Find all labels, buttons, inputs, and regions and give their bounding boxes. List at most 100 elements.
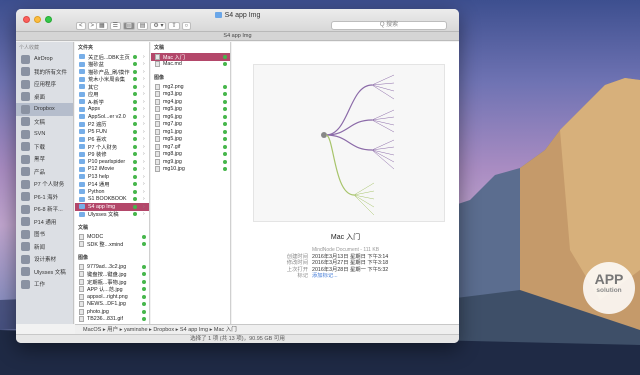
item-label: mg8.jpg	[163, 151, 182, 158]
folder-icon	[21, 192, 30, 202]
list-item[interactable]: S1 BOOKBOOK ›	[75, 196, 149, 204]
list-item[interactable]: mg5.jpg	[151, 106, 230, 114]
chevron-right-icon: ›	[143, 196, 145, 203]
sync-status-icon	[223, 137, 227, 142]
arrange-button[interactable]: ⚙ ▾	[150, 21, 167, 30]
coverflow-view-button[interactable]: ▤	[136, 21, 149, 30]
sync-status-icon	[133, 167, 137, 172]
document-icon	[79, 263, 84, 270]
list-item[interactable]: SDK 整...xmind	[75, 241, 149, 248]
chevron-right-icon: ›	[143, 98, 145, 105]
list-item[interactable]: mg8.jpg	[151, 151, 230, 159]
add-tag-link[interactable]: 添加标记...	[312, 273, 338, 279]
list-item[interactable]: Python ›	[75, 188, 149, 196]
sidebar-item[interactable]: 新闻	[16, 241, 73, 254]
sidebar-item[interactable]: 设计素材	[16, 253, 73, 266]
list-item[interactable]: APP 认...范.jpg	[75, 286, 149, 293]
back-button[interactable]: <	[76, 21, 86, 30]
list-item[interactable]: Ulysses 文稿 ›	[75, 211, 149, 218]
list-item[interactable]: P2 遍历 ›	[75, 121, 149, 128]
folder-icon	[21, 154, 30, 164]
document-icon	[79, 241, 84, 248]
chevron-right-icon: ›	[143, 83, 145, 90]
search-input[interactable]: Q 搜索	[331, 21, 447, 30]
list-item[interactable]: mg10.jpg	[151, 166, 230, 174]
folder-icon	[79, 136, 85, 142]
chevron-right-icon: ›	[143, 68, 145, 75]
chevron-right-icon: ›	[143, 143, 145, 150]
list-item[interactable]: appsol...right.png	[75, 293, 149, 301]
list-item[interactable]: A-新学 ›	[75, 98, 149, 106]
list-item[interactable]: mg1.jpg	[151, 128, 230, 136]
sidebar-item-label: 产品	[34, 169, 46, 176]
item-label: appsol...right.png	[87, 293, 128, 300]
list-item[interactable]: Mac.md	[151, 61, 230, 69]
list-item[interactable]: mg2.png	[151, 83, 230, 91]
preview-title: Mac 入门	[330, 234, 361, 241]
list-item[interactable]: mg5.jpg	[151, 136, 230, 144]
sync-status-icon	[133, 182, 137, 187]
sidebar-item[interactable]: 工作	[16, 278, 73, 291]
item-label: P10 pearlspider	[88, 158, 126, 165]
sidebar-item[interactable]: AirDrop	[16, 53, 73, 66]
sync-status-icon	[133, 114, 137, 119]
path-tab: S4 app Img	[16, 32, 459, 41]
view-switcher: ▦ ☰ ▥ ▤ ⚙ ▾ ⇧ ○	[96, 21, 192, 30]
sidebar-item[interactable]: 应用程序	[16, 78, 73, 91]
chevron-right-icon: ›	[143, 188, 145, 195]
sidebar-item[interactable]: 下载	[16, 141, 73, 154]
folder-icon	[79, 174, 85, 180]
sync-status-icon	[133, 197, 137, 202]
list-item[interactable]: P14 通用 ›	[75, 181, 149, 188]
share-button[interactable]: ⇧	[168, 21, 180, 30]
folder-icon	[21, 142, 30, 152]
sidebar-item-label: Dropbox	[34, 106, 55, 113]
document-icon	[155, 91, 160, 98]
sidebar-item[interactable]: Dropbox	[16, 103, 73, 116]
sync-status-icon	[142, 272, 146, 277]
sidebar-item[interactable]: 文稿	[16, 116, 73, 129]
sidebar-item[interactable]: SVN	[16, 128, 73, 141]
path-bar[interactable]: MacOS ▸ 用户 ▸ yaminshe ▸ Dropbox ▸ S4 app…	[75, 324, 459, 334]
sidebar-item[interactable]: P14 通用	[16, 216, 73, 229]
list-item[interactable]: TB236...831.gif	[75, 316, 149, 324]
list-item[interactable]: mg6.jpg	[151, 113, 230, 121]
icon-view-button[interactable]: ▦	[96, 21, 108, 30]
sidebar-item-label: 工作	[34, 282, 46, 289]
sidebar-item[interactable]: P7 个人财务	[16, 178, 73, 191]
sidebar-item-label: 我的所有文件	[34, 69, 68, 76]
tags-button[interactable]: ○	[181, 21, 192, 30]
sidebar-item[interactable]: 黑苹	[16, 153, 73, 166]
folder-icon	[79, 166, 85, 172]
sidebar-item[interactable]: P6-1 海外	[16, 191, 73, 204]
chevron-right-icon: ›	[143, 151, 145, 158]
sidebar-item[interactable]: P6-8 新平...	[16, 203, 73, 216]
list-item[interactable]: mg7.jpg	[151, 121, 230, 129]
sidebar-item[interactable]: 我的所有文件	[16, 66, 73, 79]
sidebar-item[interactable]: 桌面	[16, 91, 73, 104]
item-label: mg6.jpg	[163, 113, 182, 120]
sidebar-item[interactable]: Ulysses 文稿	[16, 266, 73, 279]
document-icon	[155, 166, 160, 173]
list-item[interactable]: mg3.jpg	[151, 91, 230, 99]
sidebar-item[interactable]: 图书	[16, 228, 73, 241]
list-item[interactable]: mg7.gif	[151, 143, 230, 151]
column-view-button[interactable]: ▥	[123, 21, 135, 30]
folder-icon	[79, 144, 85, 150]
list-item[interactable]: Apps ›	[75, 106, 149, 114]
list-item[interactable]: photo.jpg	[75, 308, 149, 316]
sidebar-item-label: 文稿	[34, 119, 46, 126]
sidebar-item[interactable]: 产品	[16, 166, 73, 179]
list-view-button[interactable]: ☰	[109, 21, 122, 30]
document-icon	[79, 316, 84, 323]
list-item[interactable]: P12 iMovie ›	[75, 166, 149, 174]
list-item[interactable]: mg4.jpg	[151, 98, 230, 106]
metadata-value: 2016年3月27日 星期日 下午3:18	[312, 260, 389, 267]
chevron-right-icon: ›	[143, 61, 145, 68]
list-item[interactable]: P10 pearlspider ›	[75, 158, 149, 166]
list-item[interactable]: mg9.jpg	[151, 158, 230, 166]
list-item[interactable]: Mac 入门	[151, 53, 230, 61]
list-item[interactable]: P9 装修 ›	[75, 151, 149, 158]
sidebar-item-label: P6-8 新平...	[34, 207, 63, 214]
list-item[interactable]: NEWS...DF1.jpg	[75, 301, 149, 309]
